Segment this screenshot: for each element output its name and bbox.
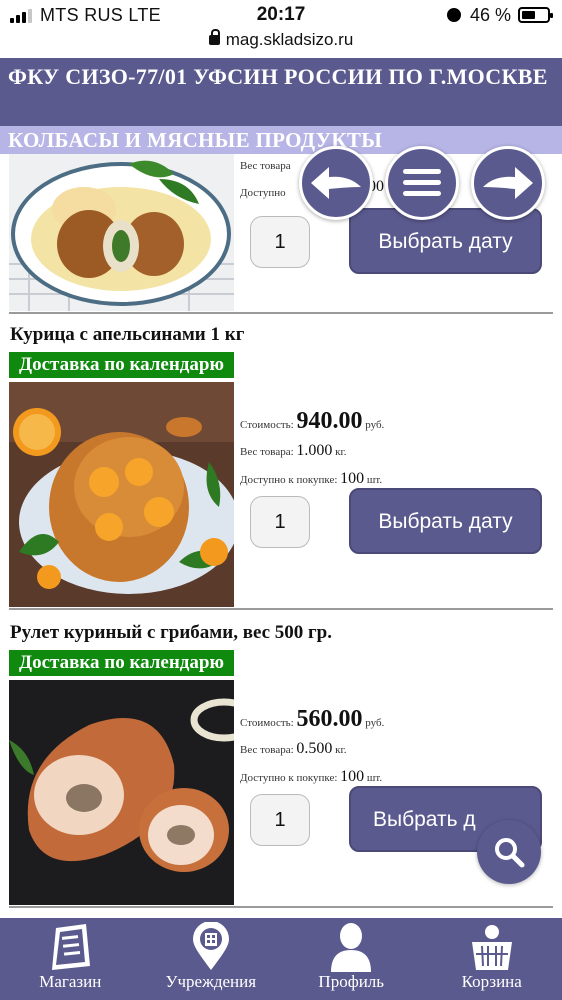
- user-icon: [331, 923, 372, 972]
- product-name[interactable]: Рулет куриный с грибами, вес 500 гр.: [10, 622, 332, 644]
- category-title: КОЛБАСЫ И МЯСНЫЕ ПРОДУКТЫ: [0, 126, 562, 154]
- lock-icon: [208, 29, 220, 45]
- shop-list-icon: [52, 924, 91, 970]
- weight-label: Вес товара:: [240, 744, 294, 756]
- product-card: Курица с апельсинами 1 кг Доставка по ка…: [0, 324, 562, 614]
- bottom-navigation: Магазин Учреждения Профиль Корзина: [0, 918, 562, 1000]
- nav-shop[interactable]: Магазин: [0, 918, 141, 1000]
- divider: [9, 608, 553, 610]
- product-photo[interactable]: [9, 680, 234, 905]
- url-text: mag.skladsizo.ru: [225, 30, 354, 49]
- weight-label: Вес товара:: [240, 446, 294, 458]
- arrow-right-icon: [483, 167, 533, 199]
- weight-unit: кг.: [335, 446, 347, 458]
- search-button[interactable]: [477, 820, 541, 884]
- divider: [9, 906, 553, 908]
- chicken-roll-image: [9, 680, 234, 905]
- available-unit: шт.: [366, 772, 383, 784]
- menu-button[interactable]: [385, 146, 459, 220]
- status-bar: MTS RUS LTE 20:17 46 %: [0, 0, 562, 30]
- weight-unit: кг.: [335, 744, 347, 756]
- weight-value: 0.500: [296, 740, 333, 757]
- nav-profile-label: Профиль: [318, 972, 385, 991]
- available-label: Доступно к покупке:: [240, 474, 338, 486]
- back-button[interactable]: [299, 146, 373, 220]
- price-value: 940.00: [296, 408, 363, 434]
- address-bar[interactable]: mag.skladsizo.ru: [0, 29, 562, 56]
- price-value: 560.00: [296, 706, 363, 732]
- available-unit: шт.: [366, 474, 383, 486]
- currency-label: руб.: [365, 717, 385, 729]
- nav-profile[interactable]: Профиль: [281, 918, 422, 1000]
- nav-cart-label: Корзина: [461, 972, 522, 991]
- delivery-badge: Доставка по календарю: [9, 352, 235, 378]
- chicken-cutlet-image: [9, 154, 234, 311]
- location-pin-icon: [192, 922, 229, 970]
- hamburger-menu-icon: [403, 169, 441, 196]
- site-title: ФКУ СИЗО-77/01 УФСИН РОССИИ ПО Г.МОСКВЕ: [0, 58, 562, 126]
- quantity-input[interactable]: 1: [250, 216, 310, 268]
- nav-cart[interactable]: Корзина: [422, 918, 562, 1000]
- forward-button[interactable]: [471, 146, 545, 220]
- available-value: 100: [340, 470, 365, 487]
- battery-icon: [518, 7, 553, 23]
- nav-institutions[interactable]: Учреждения: [141, 918, 282, 1000]
- select-date-button[interactable]: Выбрать дату: [349, 488, 542, 554]
- weight-label: Вес товара: [240, 160, 291, 172]
- basket-icon: [471, 925, 512, 970]
- nav-institutions-label: Учреждения: [165, 972, 257, 991]
- currency-label: руб.: [365, 419, 385, 431]
- price-label: Стоимость:: [240, 717, 294, 729]
- available-value: 100: [340, 768, 365, 785]
- chicken-oranges-image: [9, 382, 234, 607]
- available-label: Доступно к покупке:: [240, 772, 338, 784]
- product-photo[interactable]: [9, 154, 234, 311]
- search-icon: [495, 838, 525, 868]
- quantity-input[interactable]: 1: [250, 794, 310, 846]
- product-photo[interactable]: [9, 382, 234, 607]
- battery-percent: 46 %: [470, 5, 512, 25]
- alarm-icon: [447, 8, 461, 22]
- product-card: Рулет куриный с грибами, вес 500 гр. Дос…: [0, 622, 562, 912]
- product-list[interactable]: Вес товара Доступно 00 1 Выбрать дату Ку…: [0, 154, 562, 918]
- nav-shop-label: Магазин: [39, 972, 102, 991]
- arrow-left-icon: [311, 167, 361, 199]
- available-label: Доступно: [240, 187, 286, 199]
- product-name[interactable]: Курица с апельсинами 1 кг: [10, 324, 244, 346]
- weight-value: 1.000: [296, 442, 333, 459]
- price-label: Стоимость:: [240, 419, 294, 431]
- delivery-badge: Доставка по календарю: [9, 650, 235, 676]
- quantity-input[interactable]: 1: [250, 496, 310, 548]
- divider: [9, 312, 553, 314]
